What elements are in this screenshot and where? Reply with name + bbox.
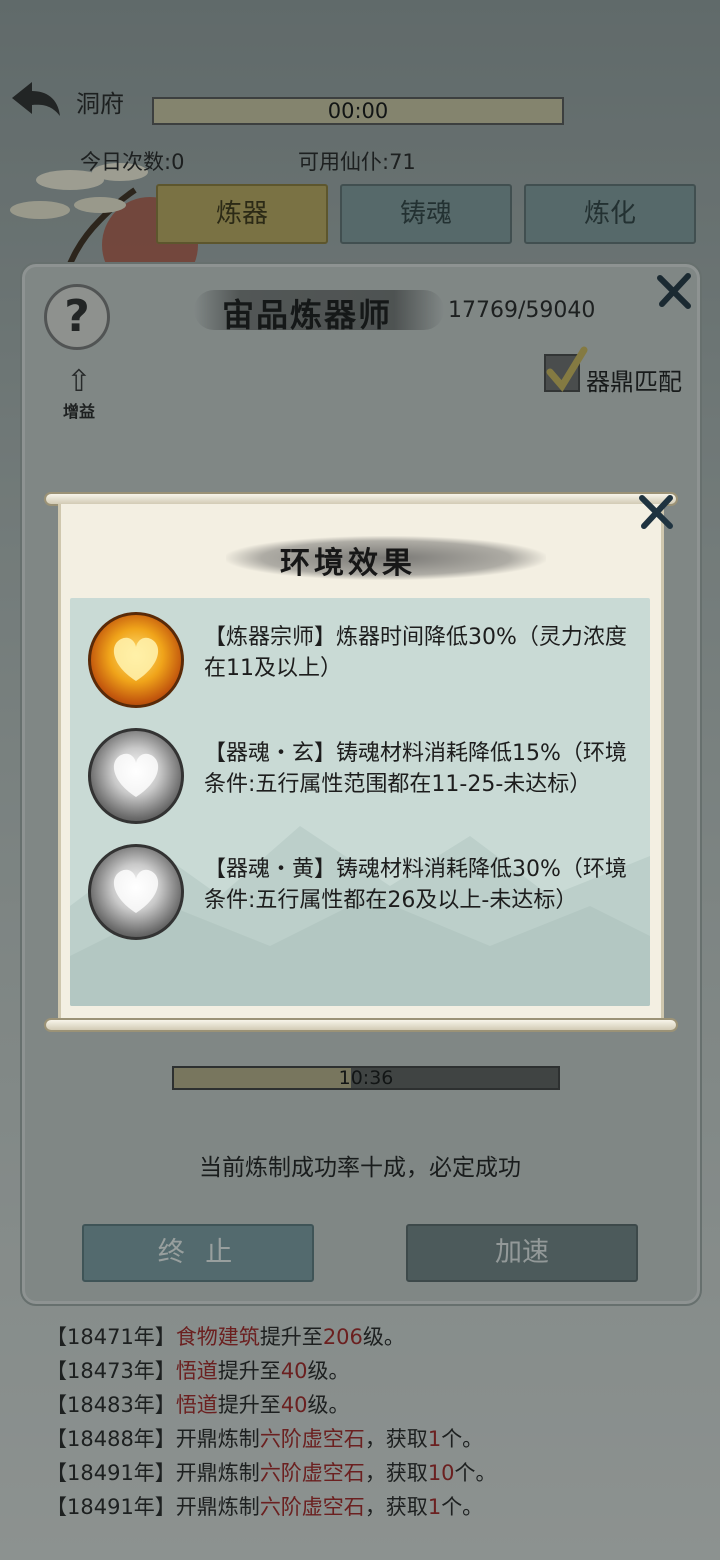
effect-item: 【炼器宗师】炼器时间降低30%（灵力浓度在11及以上） [88,612,648,712]
effect-text: 【器魂・黄】铸魂材料消耗降低30%（环境条件:五行属性都在26及以上-未达标） [204,857,627,913]
effect-text: 【炼器宗师】炼器时间降低30%（灵力浓度在11及以上） [204,625,627,681]
silver-heart-icon [88,728,184,824]
effect-item: 【器魂・玄】铸魂材料消耗降低15%（环境条件:五行属性范围都在11-25-未达标… [88,728,648,828]
silver-heart-icon [88,844,184,940]
effect-item: 【器魂・黄】铸魂材料消耗降低30%（环境条件:五行属性都在26及以上-未达标） [88,844,648,944]
scroll-bottom-rod [44,1018,678,1032]
close-icon[interactable] [636,494,676,530]
popup-title: 环境效果 [280,546,416,581]
environment-effects-popup: 环境效果 【炼器宗师】炼器时间降低30%（灵力浓度在11及以上） 【器魂・玄】铸… [0,0,720,1560]
gold-heart-icon [88,612,184,708]
effect-text: 【器魂・玄】铸魂材料消耗降低15%（环境条件:五行属性范围都在11-25-未达标… [204,741,627,797]
